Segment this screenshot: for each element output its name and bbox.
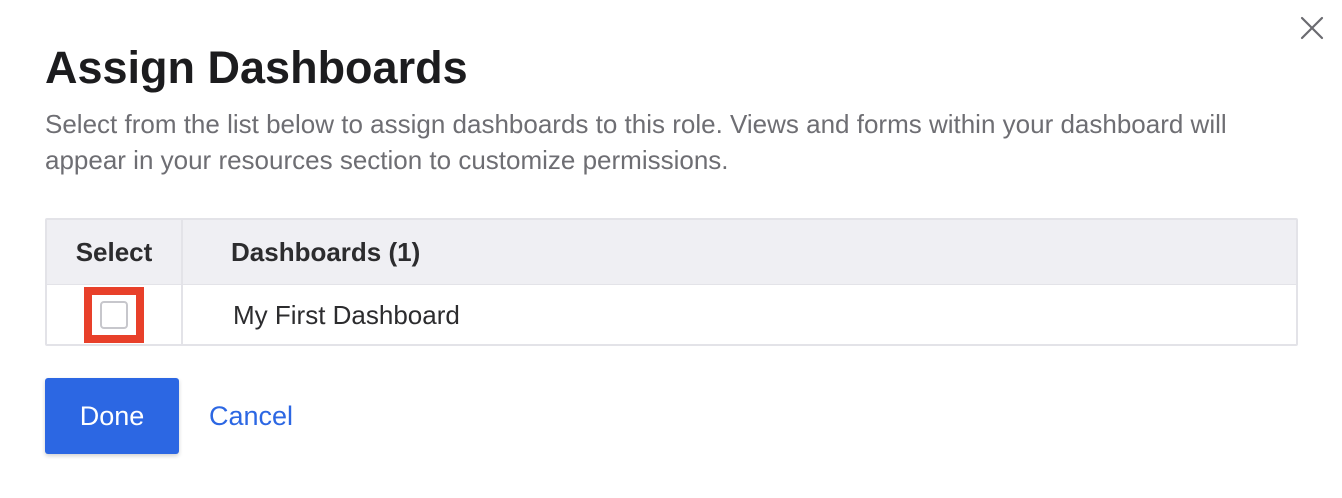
column-header-dashboards: Dashboards (1) bbox=[231, 237, 421, 267]
checkbox-highlight bbox=[84, 287, 144, 343]
close-button[interactable] bbox=[1298, 14, 1326, 42]
close-icon bbox=[1300, 16, 1324, 40]
dashboard-name: My First Dashboard bbox=[233, 300, 460, 330]
column-header-select: Select bbox=[75, 237, 153, 267]
dialog-description: Select from the list below to assign das… bbox=[45, 109, 1227, 175]
table-row: My First Dashboard bbox=[47, 285, 1296, 345]
table-header: Select Dashboards (1) bbox=[47, 220, 1296, 285]
done-button[interactable]: Done bbox=[45, 378, 179, 454]
dashboard-select-checkbox[interactable] bbox=[100, 301, 128, 329]
dashboards-table: Select Dashboards (1) My First Dashboard bbox=[45, 218, 1298, 346]
assign-dashboards-dialog: Assign Dashboards Select from the list b… bbox=[0, 0, 1342, 498]
cancel-link[interactable]: Cancel bbox=[209, 378, 293, 454]
dialog-title: Assign Dashboards bbox=[45, 42, 468, 93]
